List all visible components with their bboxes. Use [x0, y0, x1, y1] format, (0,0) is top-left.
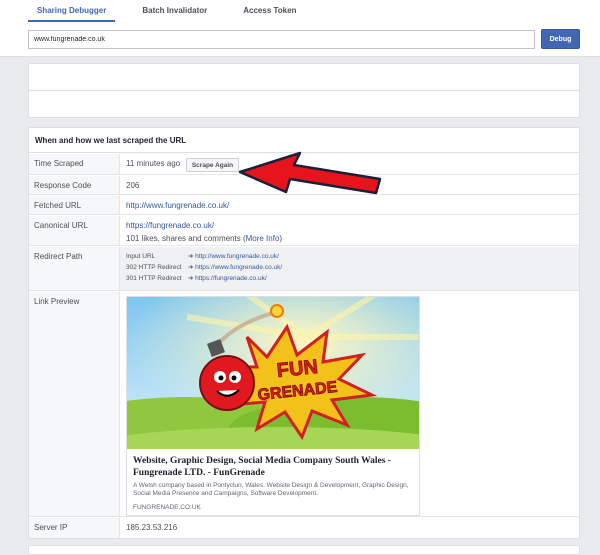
preview-domain: FUNGRENADE.CO.UK — [133, 504, 201, 511]
redirect-url-link[interactable]: https://www.fungrenade.co.uk/ — [195, 264, 282, 271]
preview-image: FUN GRENADE — [127, 297, 419, 449]
top-bar: Sharing Debugger Batch Invalidator Acces… — [0, 0, 600, 57]
canonical-url-link[interactable]: https://fungrenade.co.uk/ — [126, 221, 214, 230]
debug-button[interactable]: Debug — [541, 29, 580, 49]
canonical-url-cell: https://fungrenade.co.uk/ 101 likes, sha… — [126, 221, 282, 243]
row-redirect-path: Redirect Path Input URL ➔ http://www.fun… — [29, 247, 579, 291]
server-ip-value: 185.23.53.216 — [126, 523, 178, 532]
row-canonical-url: Canonical URL https://fungrenade.co.uk/ … — [29, 216, 579, 246]
redirect-label: 301 HTTP Redirect — [126, 275, 182, 282]
redirect-line: 302 HTTP Redirect ➔ https://www.fungrena… — [126, 263, 282, 274]
arrow-right-icon: ➔ — [187, 253, 194, 260]
red-arrow-annotation — [238, 151, 382, 195]
redirect-list: Input URL ➔ http://www.fungrenade.co.uk/… — [126, 252, 282, 285]
next-panel — [28, 545, 580, 555]
fetched-url-cell: http://www.fungrenade.co.uk/ — [126, 201, 229, 210]
row-label: Time Scraped — [29, 154, 120, 174]
arrow-right-icon: ➔ — [187, 264, 194, 271]
fungrenade-logo-image: FUN GRENADE — [127, 297, 419, 449]
redirect-label: Input URL — [126, 253, 156, 260]
row-link-preview: Link Preview FUN GRENADE Website, Graphi… — [29, 292, 579, 517]
url-input[interactable] — [28, 30, 535, 49]
tab-sharing-debugger[interactable]: Sharing Debugger — [28, 0, 116, 22]
fetched-url-link[interactable]: http://www.fungrenade.co.uk/ — [126, 201, 229, 210]
preview-description: A Welsh company based in Pontyclun, Wale… — [133, 482, 409, 497]
row-label: Server IP — [29, 518, 120, 538]
divider — [29, 90, 579, 91]
row-label: Redirect Path — [29, 247, 120, 290]
tab-access-token[interactable]: Access Token — [234, 0, 305, 22]
row-label: Link Preview — [29, 292, 120, 516]
link-preview-card[interactable]: FUN GRENADE Website, Graphic Design, Soc… — [126, 296, 420, 516]
redirect-url-link[interactable]: https://fungrenade.co.uk/ — [195, 275, 267, 282]
likes-text: 101 likes, shares and comments ( — [126, 234, 246, 243]
time-scraped-value: 11 minutes ago — [126, 159, 181, 168]
redirect-line: 301 HTTP Redirect ➔ https://fungrenade.c… — [126, 274, 282, 285]
redirect-url-link[interactable]: http://www.fungrenade.co.uk/ — [195, 253, 279, 260]
redirect-line: Input URL ➔ http://www.fungrenade.co.uk/ — [126, 252, 282, 263]
row-server-ip: Server IP 185.23.53.216 — [29, 518, 579, 538]
scrape-again-button[interactable]: Scrape Again — [186, 158, 239, 172]
row-label: Canonical URL — [29, 216, 120, 245]
likes-close: ) — [279, 234, 283, 243]
logo-text-fun: FUN — [276, 356, 319, 382]
preview-title: Website, Graphic Design, Social Media Co… — [133, 456, 391, 478]
row-label: Response Code — [29, 176, 120, 194]
redirect-label: 302 HTTP Redirect — [126, 264, 182, 271]
results-panel-empty — [28, 63, 580, 118]
tab-bar: Sharing Debugger Batch Invalidator Acces… — [0, 0, 305, 22]
arrow-right-icon: ➔ — [187, 275, 194, 282]
more-info-link[interactable]: More Info — [246, 234, 280, 243]
row-label: Fetched URL — [29, 196, 120, 214]
likes-line: 101 likes, shares and comments (More Inf… — [126, 234, 282, 243]
response-code-value: 206 — [126, 181, 140, 190]
tab-batch-invalidator[interactable]: Batch Invalidator — [133, 0, 216, 22]
